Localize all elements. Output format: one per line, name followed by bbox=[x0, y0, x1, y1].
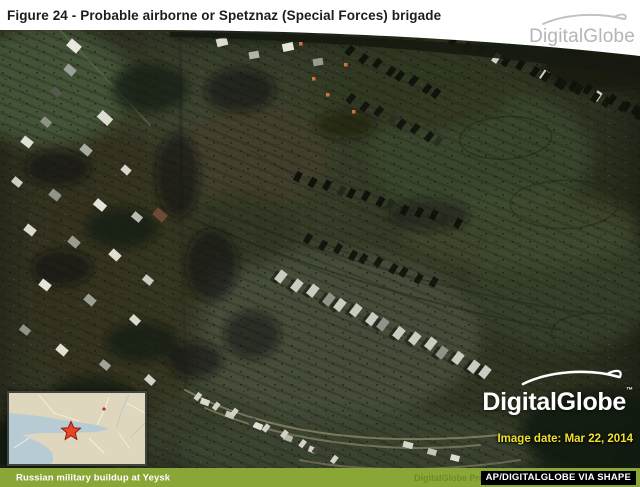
digitalglobe-wordmark-bottom: DigitalGlobe bbox=[482, 388, 626, 416]
satellite-image: DigitalGlobe™ Image date: Mar 22, 2014 bbox=[0, 30, 640, 468]
inset-map-graphic bbox=[9, 393, 145, 464]
figure-title: Figure 24 - Probable airborne or Spetzna… bbox=[7, 8, 441, 23]
location-map-inset bbox=[7, 391, 147, 466]
caption-text: Russian military buildup at Yeysk bbox=[16, 472, 170, 483]
figure-page: Figure 24 - Probable airborne or Spetzna… bbox=[0, 0, 640, 487]
caption-bar: Russian military buildup at Yeysk Digita… bbox=[0, 468, 640, 487]
digitalglobe-swoosh-icon bbox=[519, 368, 629, 386]
watermark-text: DigitalGlobe Prop bbox=[414, 473, 490, 483]
map-town-dot bbox=[102, 407, 105, 410]
credit-badge: AP/DIGITALGLOBE VIA SHAPE bbox=[481, 471, 636, 485]
digitalglobe-logo-top: DigitalGlobe bbox=[529, 12, 635, 46]
digitalglobe-swoosh-icon bbox=[540, 12, 632, 26]
image-date-label: Image date: Mar 22, 2014 bbox=[497, 433, 633, 445]
digitalglobe-logo-bottom: DigitalGlobe™ bbox=[482, 368, 633, 415]
digitalglobe-wordmark-top: DigitalGlobe bbox=[529, 27, 635, 46]
trademark-symbol: ™ bbox=[626, 387, 633, 394]
